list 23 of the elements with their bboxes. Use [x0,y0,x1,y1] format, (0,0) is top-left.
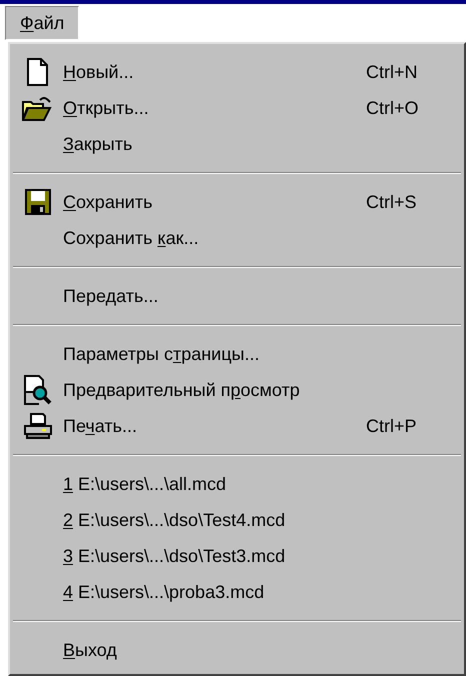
menu-item[interactable]: 3 E:\users\...\dso\Test3.mcd [13,538,461,574]
menu-item[interactable]: Печать... Ctrl+P [13,408,461,444]
menu-item[interactable]: Передать... [13,278,461,314]
shortcut-label: Ctrl+N [366,60,419,84]
open-folder-icon [22,95,54,121]
shortcut-label: Ctrl+S [366,190,418,214]
menu-item[interactable]: Сохранить Ctrl+S [13,184,461,220]
menu-item[interactable]: Выход [13,632,461,668]
menu-item[interactable]: Параметры страницы... [13,336,461,372]
menu-item[interactable]: Сохранить как... [13,220,461,256]
menu-title[interactable]: Файл [5,6,80,40]
menu-item[interactable]: Закрыть [13,126,461,162]
menu-item[interactable]: Предварительный просмотр [13,372,461,408]
menu-item[interactable]: 1 E:\users\...\all.mcd [13,466,461,502]
shortcut-label: Ctrl+P [366,414,418,438]
menu-item[interactable]: Новый... Ctrl+N [13,54,461,90]
menu-item[interactable]: Открыть... Ctrl+O [13,90,461,126]
print-preview-icon [24,375,52,405]
menu-item[interactable]: 2 E:\users\...\dso\Test4.mcd [13,502,461,538]
document-icon [26,58,50,86]
shortcut-label: Ctrl+O [366,96,420,120]
menu-item[interactable]: 4 E:\users\...\proba3.mcd [13,574,461,610]
printer-icon [24,413,52,439]
